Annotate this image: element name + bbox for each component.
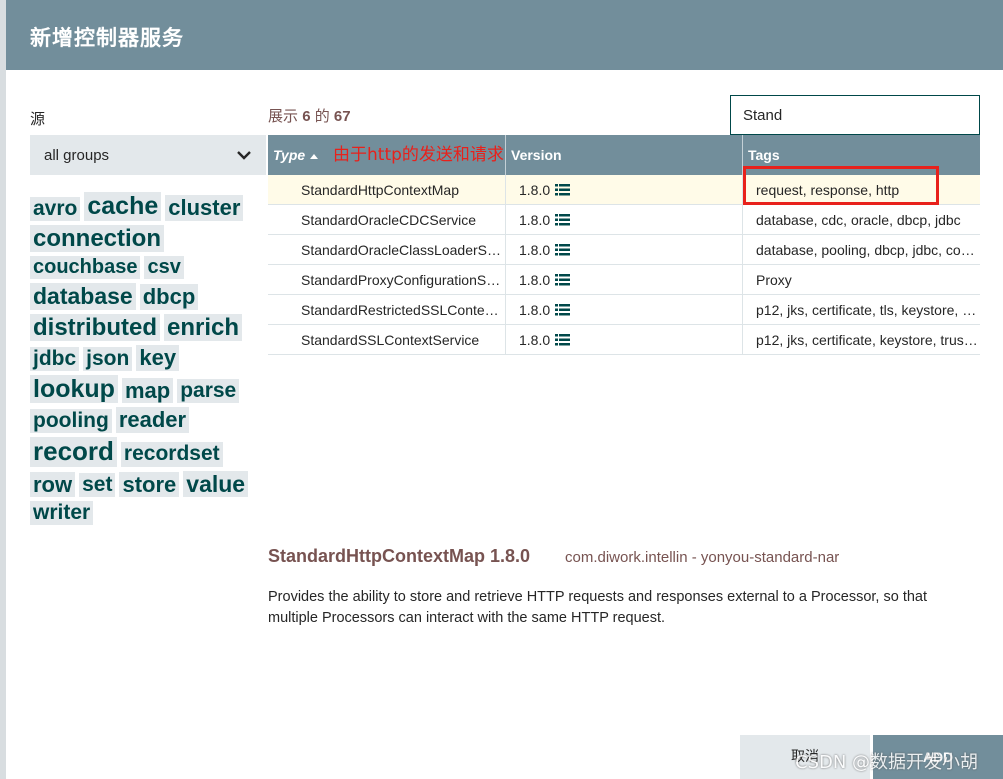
row-version-label: 1.8.0	[519, 272, 551, 288]
version-list-icon[interactable]	[555, 266, 571, 286]
result-count-shown: 6	[302, 108, 311, 125]
row-version-label: 1.8.0	[519, 182, 551, 198]
row-type: StandardOracleClassLoaderService	[268, 235, 506, 265]
chevron-down-icon	[237, 151, 251, 160]
tag-cloud-item[interactable]: connection	[30, 224, 165, 253]
version-list-icon[interactable]	[555, 326, 571, 346]
version-list-icon[interactable]	[555, 176, 571, 196]
source-group-select-value: all groups	[44, 146, 110, 164]
table-row[interactable]: StandardOracleClassLoaderService 1.8.0 dat…	[268, 235, 980, 265]
row-version: 1.8.0	[506, 325, 743, 355]
tag-cloud-item[interactable]: pooling	[30, 408, 112, 433]
table-row[interactable]: StandardOracleCDCService 1.8.0 database, c…	[268, 205, 980, 235]
row-tags: p12, jks, certificate, tls, keystore, tr…	[756, 302, 980, 318]
table-row[interactable]: StandardProxyConfigurationService 1.8.0 Pr…	[268, 265, 980, 295]
row-tags: Proxy	[756, 272, 792, 288]
tag-cloud-item[interactable]: record	[30, 436, 117, 467]
column-header-tags-label: Tags	[748, 147, 780, 163]
tag-cloud-item[interactable]: reader	[115, 407, 190, 433]
row-type: StandardHttpContextMap	[268, 175, 506, 205]
row-type: StandardOracleCDCService	[268, 205, 506, 235]
row-tags: database, pooling, dbcp, jdbc, connectio…	[756, 242, 980, 258]
tag-cloud-item[interactable]: cache	[84, 192, 162, 221]
tag-cloud-item[interactable]: enrich	[164, 313, 243, 342]
row-version-label: 1.8.0	[519, 332, 551, 348]
source-group-select[interactable]: all groups	[30, 135, 266, 175]
sort-ascending-icon	[310, 153, 319, 159]
row-type: StandardRestrictedSSLContextService	[268, 295, 506, 325]
tag-cloud-item[interactable]: value	[183, 470, 249, 498]
tag-cloud-item[interactable]: writer	[30, 501, 94, 526]
result-count-total: 67	[333, 108, 351, 125]
version-list-icon[interactable]	[555, 206, 571, 226]
selected-type-name: StandardHttpContextMap 1.8.0	[268, 546, 531, 566]
tag-cloud-item[interactable]: couchbase	[30, 256, 141, 280]
tag-cloud-item[interactable]: set	[79, 472, 116, 498]
tag-cloud-item[interactable]: jdbc	[30, 346, 80, 371]
source-label: 源	[30, 110, 46, 128]
row-version: 1.8.0	[506, 205, 743, 235]
row-type: StandardSSLContextService	[268, 325, 506, 355]
row-version: 1.8.0	[506, 295, 743, 325]
watermark: CSDN @数据开发小胡	[795, 752, 979, 773]
result-count-of: 的	[314, 108, 330, 125]
table-row[interactable]: StandardSSLContextService 1.8.0 p12, jks, …	[268, 325, 980, 355]
tag-cloud-item[interactable]: database	[30, 283, 136, 310]
tag-cloud-item[interactable]: key	[136, 345, 180, 371]
tag-cloud: avro cache cluster connection couchbase csv da…	[30, 192, 270, 526]
tag-cloud-item[interactable]: row	[30, 471, 76, 498]
tag-cloud-item[interactable]: csv	[144, 256, 184, 280]
type-filter-input[interactable]	[730, 95, 980, 135]
tag-cloud-item[interactable]: recordset	[120, 442, 223, 467]
row-version: 1.8.0	[506, 265, 743, 295]
version-list-icon[interactable]	[555, 236, 571, 256]
add-controller-service-dialog: 新增控制器服务 源 all groups avro cache cluster con…	[6, 0, 1003, 779]
selected-type-bundle: com.diwork.intellin - yonyou-standard-na…	[565, 549, 840, 566]
dialog-header: 新增控制器服务	[6, 0, 1003, 70]
tag-cloud-item[interactable]: avro	[30, 196, 81, 221]
tag-cloud-item[interactable]: map	[121, 378, 174, 404]
table-row[interactable]: StandardRestrictedSSLContextService 1.8.0…	[268, 295, 980, 325]
row-version: 1.8.0	[506, 235, 743, 265]
tag-cloud-item[interactable]: store	[119, 471, 180, 498]
row-version-label: 1.8.0	[519, 242, 551, 258]
row-version-label: 1.8.0	[519, 302, 551, 318]
row-version-label: 1.8.0	[519, 212, 551, 228]
column-header-version-label: Version	[511, 147, 562, 163]
annotation-highlight-box	[743, 166, 939, 205]
column-header-version[interactable]: Version	[506, 135, 743, 175]
dialog-title: 新增控制器服务	[30, 26, 184, 50]
tag-cloud-item[interactable]: cluster	[165, 195, 244, 221]
tag-cloud-item[interactable]: json	[83, 346, 133, 371]
selected-type-description: Provides the ability to store and retrie…	[268, 589, 928, 626]
row-type: StandardProxyConfigurationService	[268, 265, 506, 295]
result-count-prefix: 展示	[268, 108, 299, 125]
tag-cloud-item[interactable]: lookup	[30, 374, 118, 404]
tag-cloud-item[interactable]: distributed	[30, 313, 160, 342]
tag-cloud-item[interactable]: parse	[177, 379, 240, 404]
row-tags: p12, jks, certificate, keystore, trustst…	[756, 332, 980, 348]
result-count: 展示 6 的 67	[268, 105, 351, 126]
version-list-icon[interactable]	[555, 296, 571, 316]
row-tags: database, cdc, oracle, dbcp, jdbc	[756, 212, 961, 228]
column-header-type-label: Type	[273, 147, 306, 163]
tag-cloud-item[interactable]: dbcp	[139, 284, 199, 310]
annotation-text: 由于http的发送和请求	[333, 145, 504, 165]
row-version: 1.8.0	[506, 175, 743, 205]
